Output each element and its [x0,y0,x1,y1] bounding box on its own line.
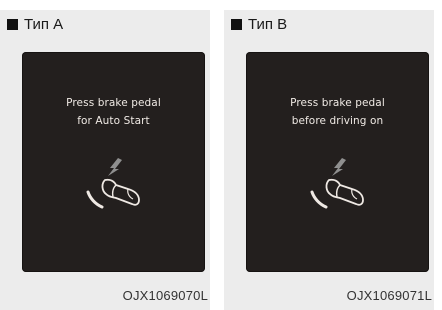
figure-code: OJX1069071L [346,288,432,303]
black-square-icon [231,18,242,30]
panel-header: Тип B [231,14,287,34]
figure-page: Тип A Press brake pedal for Auto Start O… [0,0,442,310]
panel-title: Тип B [248,15,288,33]
display-message-line: before driving on [291,115,384,127]
foot-on-brake-pedal-icon [310,158,364,209]
foot-on-brake-pedal-icon [86,158,140,209]
figure-code: OJX1069070L [122,288,208,303]
display-message-line: Press brake pedal [290,97,385,109]
panel-type-a: Тип A Press brake pedal for Auto Start O… [0,10,210,310]
display-message-line: Press brake pedal [66,97,161,109]
cluster-display: Press brake pedal for Auto Start [22,52,205,272]
cluster-display: Press brake pedal before driving on [246,52,429,272]
panel-title: Тип A [24,15,64,33]
panel-type-b: Тип B Press brake pedal before driving o… [224,10,434,310]
panel-header: Тип A [7,14,63,34]
display-message: Press brake pedal for Auto Start [22,94,205,130]
display-message: Press brake pedal before driving on [246,94,429,130]
black-square-icon [7,18,18,30]
display-message-line: for Auto Start [77,115,150,127]
